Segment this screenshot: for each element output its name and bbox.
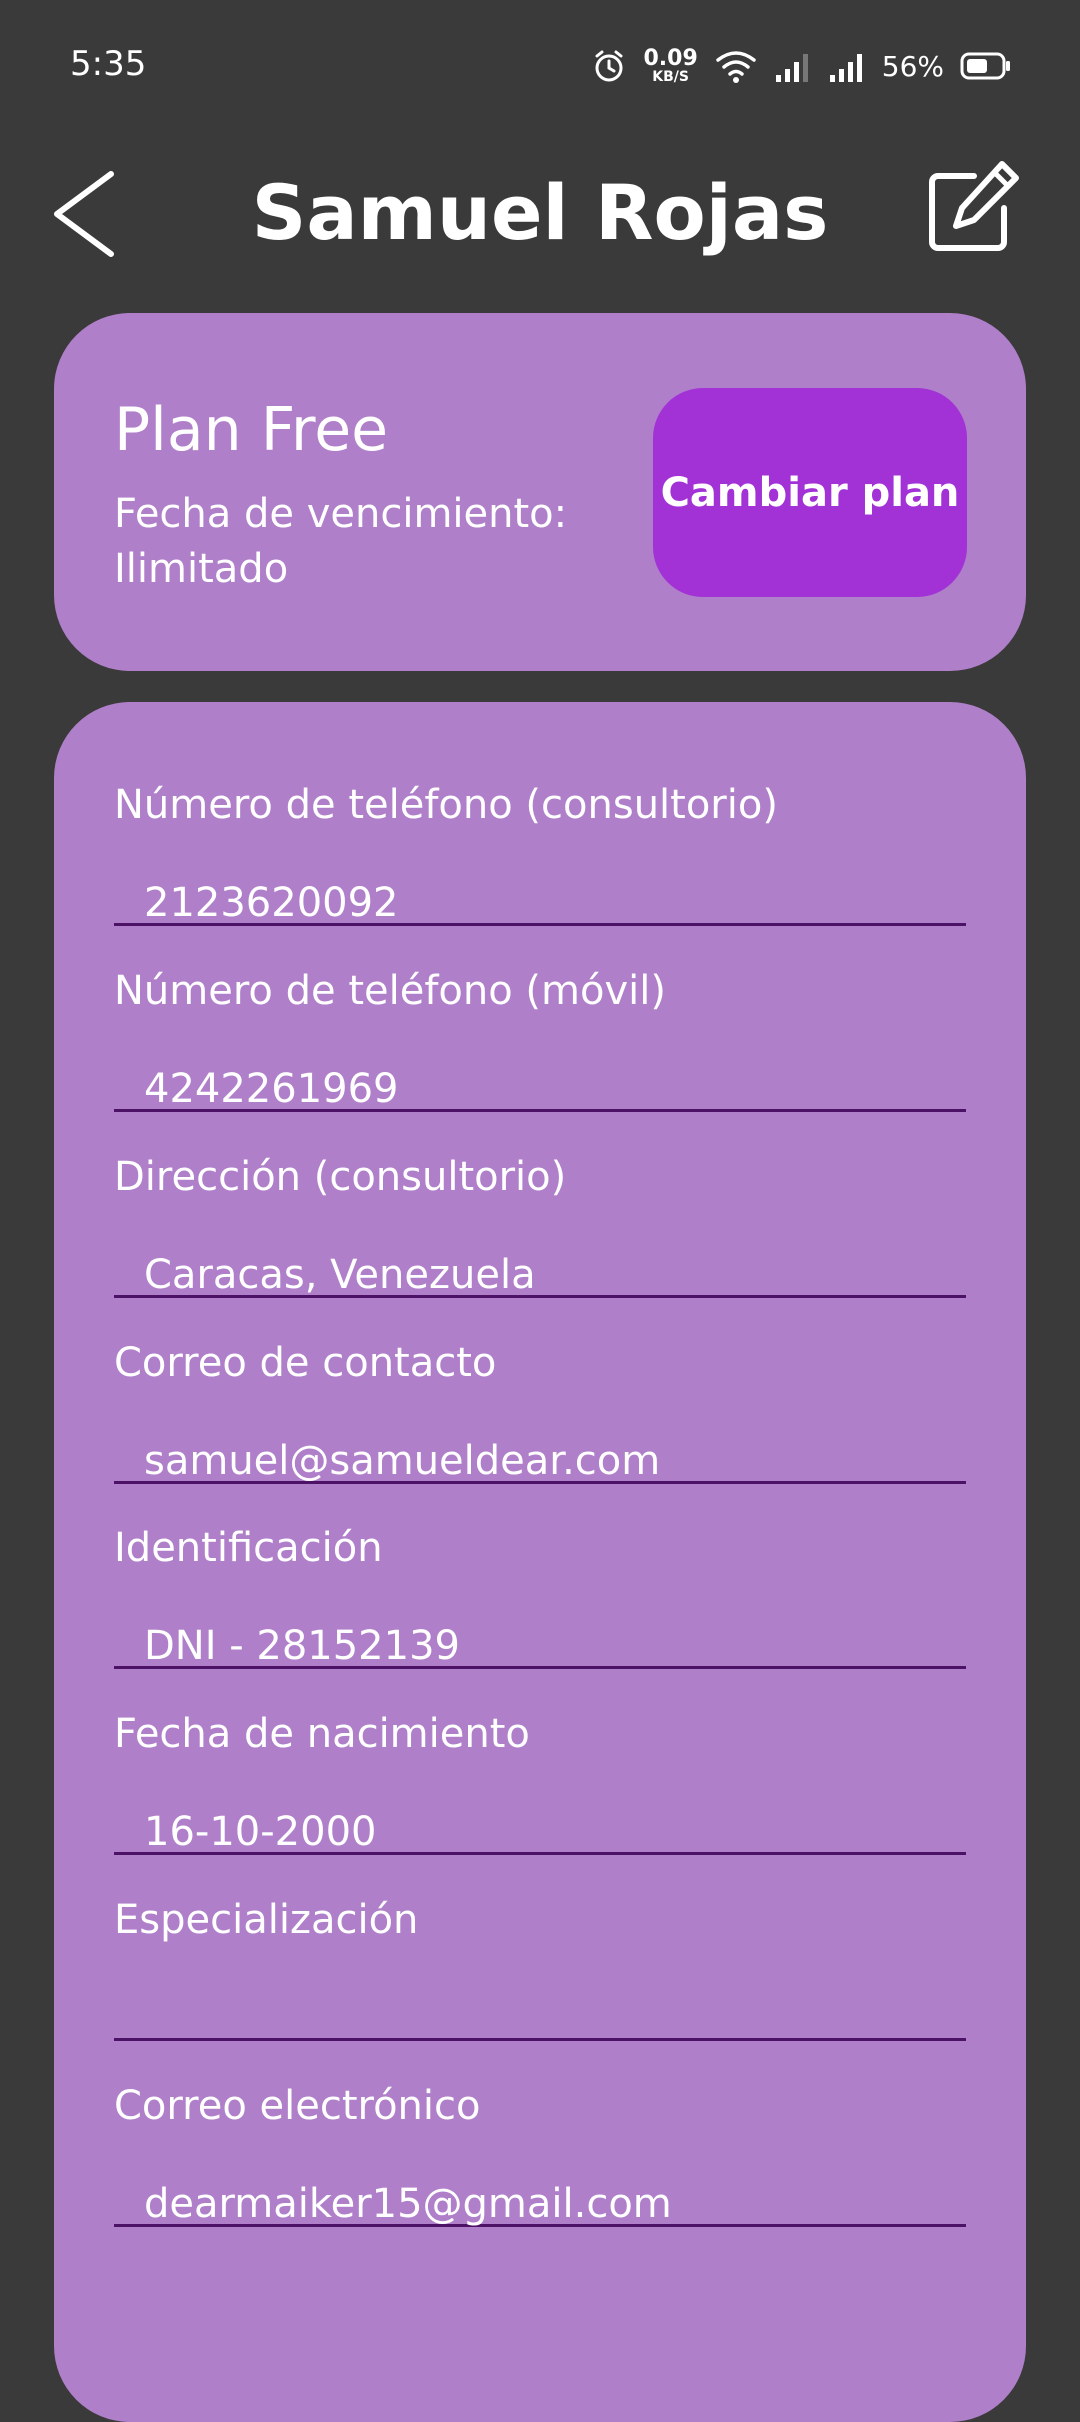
field-value: 2123620092 [144, 880, 399, 926]
network-speed-unit: KB/S [652, 69, 689, 85]
plan-card: Plan Free Fecha de vencimiento: Ilimitad… [54, 313, 1026, 671]
field-value: DNI - 28152139 [144, 1623, 460, 1669]
field-value-contact-email: samuel@samueldear.com [114, 1438, 966, 1508]
network-speed: 0.09 KB/S [643, 46, 698, 85]
field-value-email: dearmaiker15@gmail.com [114, 2181, 966, 2251]
edit-icon [929, 161, 1019, 251]
plan-expiry-value: Ilimitado [114, 546, 289, 592]
field-value: samuel@samueldear.com [144, 1438, 661, 1484]
field-label: Número de teléfono (móvil) [114, 968, 666, 1014]
field-value: dearmaiker15@gmail.com [144, 2181, 672, 2227]
page-title: Samuel Rojas [251, 168, 829, 257]
field-value-office-address: Caracas, Venezuela [114, 1252, 966, 1322]
field-value: 4242261969 [144, 1066, 399, 1112]
profile-info-card: Número de teléfono (consultorio) 2123620… [54, 702, 1026, 2422]
field-value-identification: DNI - 28152139 [114, 1623, 966, 1693]
field-label: Fecha de nacimiento [114, 1711, 530, 1757]
plan-name: Plan Free [114, 395, 389, 465]
status-icons: 0.09 KB/S 56% [591, 44, 1012, 88]
alarm-icon [595, 50, 623, 82]
change-plan-button[interactable]: Cambiar plan [653, 388, 967, 597]
battery-percent: 56% [881, 49, 944, 83]
field-value: Caracas, Venezuela [144, 1252, 536, 1298]
field-value-office-phone: 2123620092 [114, 880, 966, 950]
battery-icon [960, 52, 1010, 80]
field-label: Correo de contacto [114, 1340, 497, 1386]
network-speed-value: 0.09 [643, 46, 698, 71]
field-value-birth-date: 16-10-2000 [114, 1809, 966, 1879]
field-label: Especialización [114, 1897, 419, 1943]
field-label: Identificación [114, 1525, 383, 1571]
header: Samuel Rojas [0, 150, 1080, 270]
signal-icon-2 [829, 54, 862, 82]
field-value-mobile-phone: 4242261969 [114, 1066, 966, 1136]
edit-button[interactable] [922, 158, 1022, 258]
status-time: 5:35 [70, 44, 147, 84]
status-bar: 5:35 0.09 KB/S 56% [0, 0, 1080, 130]
field-label: Correo electrónico [114, 2083, 481, 2129]
field-value: 16-10-2000 [144, 1809, 377, 1855]
plan-expiry-label: Fecha de vencimiento: [114, 491, 568, 537]
wifi-icon [716, 51, 756, 83]
field-label: Número de teléfono (consultorio) [114, 782, 778, 828]
field-label: Dirección (consultorio) [114, 1154, 567, 1200]
signal-icon-1 [775, 54, 808, 82]
field-value-specialization [114, 1995, 966, 2065]
